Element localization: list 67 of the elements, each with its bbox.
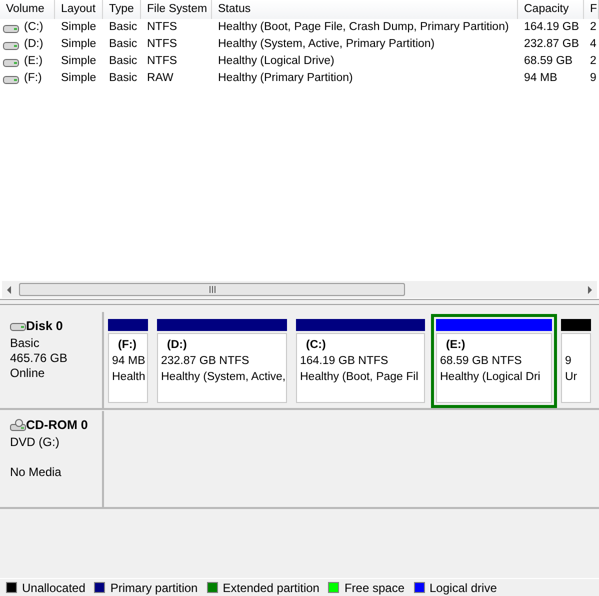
table-cell-text: NTFS (147, 20, 178, 35)
table-cell-text: 164.19 GB (524, 20, 579, 35)
table-cell-text: NTFS (147, 36, 178, 52)
table-cell-text: 232.87 GB (524, 36, 579, 52)
partition-size: 68.59 GB NTFS (440, 354, 523, 369)
table-cell-text: 9 (590, 70, 596, 86)
legend-label: Extended partition (222, 580, 320, 596)
table-cell-text: (F:) (24, 70, 42, 86)
column-header[interactable]: File System (141, 0, 212, 19)
table-cell-text: 2 (590, 20, 596, 35)
table-cell-text: 4 (590, 36, 596, 52)
partition-label: (F:) (117, 338, 138, 353)
disk-name: Disk 0 (26, 318, 63, 335)
column-header[interactable]: Layout (55, 0, 103, 19)
legend-label: Logical drive (430, 580, 497, 596)
table-cell-text: Simple (61, 54, 96, 69)
table-cell-text: Simple (61, 20, 96, 35)
column-header[interactable]: Volume (0, 0, 55, 19)
partition[interactable]: (E:) 68.59 GB NTFS Healthy (Logical Dri (431, 314, 557, 408)
table-cell-text: Healthy (Logical Drive) (218, 54, 334, 69)
disk-info: Online (10, 366, 46, 381)
table-cell-text: Healthy (Primary Partition) (218, 70, 353, 86)
column-header[interactable]: Status (212, 0, 518, 19)
horizontal-scrollbar[interactable] (2, 281, 597, 298)
partition-label: (E:) (445, 338, 466, 353)
table-cell-text: 68.59 GB (524, 54, 573, 69)
table-cell-text: (D:) (24, 36, 44, 52)
table-cell-text: Healthy (System, Active, Primary Partition) (218, 36, 435, 52)
scroll-thumb[interactable] (19, 283, 405, 296)
column-header[interactable]: F (584, 0, 599, 19)
disk-info: Basic (10, 336, 40, 351)
table-cell-text: Basic (109, 54, 138, 69)
disk-name: CD-ROM 0 (26, 417, 88, 434)
disk-info: No Media (10, 464, 62, 480)
disk-info: 465.76 GB (10, 350, 68, 366)
legend-label: Primary partition (110, 580, 198, 596)
column-header[interactable]: Type (103, 0, 141, 19)
table-cell-text: Basic (109, 36, 138, 52)
partition-status: Healthy (Boot, Page Fil (300, 370, 420, 385)
partition-status: Health (112, 370, 146, 385)
partition-size: 164.19 GB NTFS (300, 354, 390, 369)
legend-label: Free space (344, 580, 404, 596)
column-header[interactable]: Capacity (518, 0, 584, 19)
table-cell-text: 94 MB (524, 70, 558, 86)
table-cell-text: Basic (109, 70, 138, 86)
table-cell-text: 2 (590, 54, 596, 69)
legend-label: Unallocated (22, 580, 86, 596)
partition-size: 9 (565, 354, 572, 369)
partition-status: Healthy (Logical Dri (440, 370, 542, 385)
partition-size: 232.87 GB NTFS (161, 354, 250, 369)
table-cell-text: Simple (61, 70, 96, 86)
partition-status: Ur (565, 370, 578, 385)
grip-icon (208, 286, 216, 293)
table-cell-text: NTFS (147, 54, 178, 69)
disk-info: DVD (G:) (10, 434, 60, 450)
table-cell-text: Basic (109, 20, 138, 35)
partition-status: Healthy (System, Active, (161, 370, 286, 385)
partition-label: (C:) (305, 338, 327, 353)
optical-drive-icon (10, 419, 26, 432)
hard-drive-icon (10, 320, 26, 332)
table-cell-text: RAW (147, 70, 174, 86)
partition-size: 94 MB (112, 354, 146, 369)
table-cell-text: (E:) (24, 54, 43, 69)
partition-label: (D:) (166, 338, 188, 353)
table-cell-text: (C:) (24, 20, 44, 35)
table-cell-text: Simple (61, 36, 96, 52)
table-cell-text: Healthy (Boot, Page File, Crash Dump, Primary Partition) (218, 20, 509, 35)
